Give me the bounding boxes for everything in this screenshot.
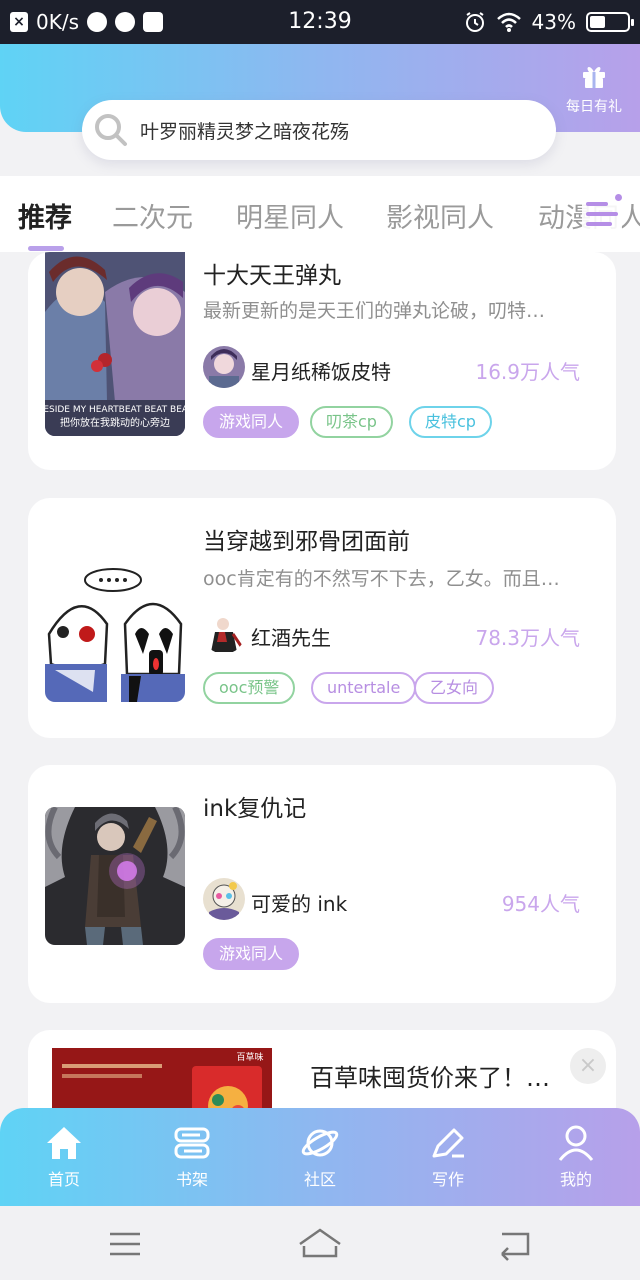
popularity-count: 16.9万人气 — [475, 360, 580, 384]
nav-bookshelf[interactable]: 书架 — [142, 1124, 242, 1190]
nav-label: 首页 — [47, 1170, 80, 1189]
story-tag[interactable]: 游戏同人 — [203, 406, 300, 438]
story-cover — [45, 807, 185, 945]
nav-profile[interactable]: 我的 — [526, 1124, 626, 1190]
popularity-count: 954人气 — [501, 892, 580, 916]
nav-community[interactable]: 社区 — [270, 1124, 370, 1190]
story-tag[interactable]: 乙女向 — [414, 672, 495, 704]
nav-label: 我的 — [559, 1170, 592, 1189]
search-icon — [95, 114, 127, 146]
ad-brand: 百草味 — [236, 1051, 263, 1063]
category-tabs: 推荐 二次元 明星同人 影视同人 动漫同人 — [0, 176, 640, 252]
nav-label: 书架 — [175, 1170, 208, 1189]
planet-icon — [301, 1129, 339, 1157]
daily-gift-label: 每日有礼 — [566, 99, 622, 115]
home-button-icon[interactable] — [290, 1224, 350, 1264]
menu-icon[interactable] — [96, 1224, 156, 1264]
cover-caption: BESIDE MY HEARTBEAT BEAT BEAT — [45, 405, 185, 415]
author-avatar[interactable] — [203, 346, 245, 388]
tab-celebrity-fanfic[interactable]: 明星同人 — [236, 196, 344, 235]
nav-write[interactable]: 写作 — [398, 1124, 498, 1190]
story-title: 十大天王弹丸 — [203, 263, 341, 289]
system-nav-bar — [0, 1206, 640, 1280]
story-tag[interactable]: 叨茶cp — [310, 406, 393, 438]
author-name[interactable]: 星月纸稀饭皮特 — [251, 356, 391, 385]
popularity-count: 78.3万人气 — [475, 626, 580, 650]
back-icon[interactable] — [484, 1224, 544, 1264]
nav-label: 写作 — [431, 1170, 464, 1189]
author-avatar[interactable] — [203, 878, 245, 920]
author-name[interactable]: 红酒先生 — [251, 622, 331, 651]
story-title: ink复仇记 — [203, 796, 307, 822]
story-card[interactable]: ink复仇记 可爱的 ink 954人气 游戏同人 — [28, 765, 616, 1003]
tab-film-fanfic[interactable]: 影视同人 — [386, 196, 494, 235]
ad-close-button[interactable]: × — [570, 1048, 606, 1084]
ad-title: 百草味囤货价来了！… — [310, 1064, 550, 1092]
story-card[interactable]: BESIDE MY HEARTBEAT BEAT BEAT 把你放在我跳动的心旁… — [28, 252, 616, 470]
story-cover: BESIDE MY HEARTBEAT BEAT BEAT 把你放在我跳动的心旁… — [45, 252, 185, 436]
pen-icon — [432, 1128, 464, 1158]
alarm-icon — [465, 12, 484, 32]
status-bar: × 0K/s 12:39 43% — [0, 0, 640, 44]
tab-recommend[interactable]: 推荐 — [18, 196, 72, 235]
author-avatar[interactable] — [203, 612, 245, 654]
search-bar[interactable]: 叶罗丽精灵梦之暗夜花殇 — [82, 100, 556, 160]
battery-icon — [586, 12, 634, 32]
story-cover — [45, 564, 185, 702]
bookshelf-icon — [174, 1127, 210, 1159]
story-card[interactable]: 当穿越到邪骨团面前 ooc肯定有的不然写不下去，乙女。而且… 红酒先生 78.3… — [28, 498, 616, 738]
daily-gift-button[interactable]: 每日有礼 — [562, 62, 626, 116]
story-tag[interactable]: 皮特cp — [409, 406, 492, 438]
tab-menu-icon[interactable] — [582, 194, 622, 234]
nav-label: 社区 — [303, 1170, 336, 1189]
story-tag[interactable]: ooc预警 — [203, 672, 296, 704]
battery-percent: 43% — [531, 10, 576, 34]
author-name[interactable]: 可爱的 ink — [251, 888, 347, 917]
story-tag[interactable]: 游戏同人 — [203, 938, 300, 970]
story-description: ooc肯定有的不然写不下去，乙女。而且… — [203, 568, 560, 590]
story-title: 当穿越到邪骨团面前 — [203, 529, 410, 555]
cover-caption-zh: 把你放在我跳动的心旁边 — [60, 416, 170, 429]
search-suggestion-text: 叶罗丽精灵梦之暗夜花殇 — [140, 120, 350, 143]
active-tab-indicator — [28, 246, 64, 251]
tab-anime[interactable]: 二次元 — [112, 196, 193, 235]
wifi-icon — [496, 12, 521, 32]
story-description: 最新更新的是天王们的弹丸论破，叨特… — [203, 300, 546, 322]
nav-home[interactable]: 首页 — [14, 1124, 114, 1190]
user-icon — [558, 1125, 594, 1161]
home-icon — [47, 1127, 81, 1159]
gift-icon — [583, 67, 605, 88]
bottom-nav: 首页 书架 社区 写作 我的 — [0, 1108, 640, 1208]
story-tag[interactable]: untertale — [311, 672, 417, 704]
